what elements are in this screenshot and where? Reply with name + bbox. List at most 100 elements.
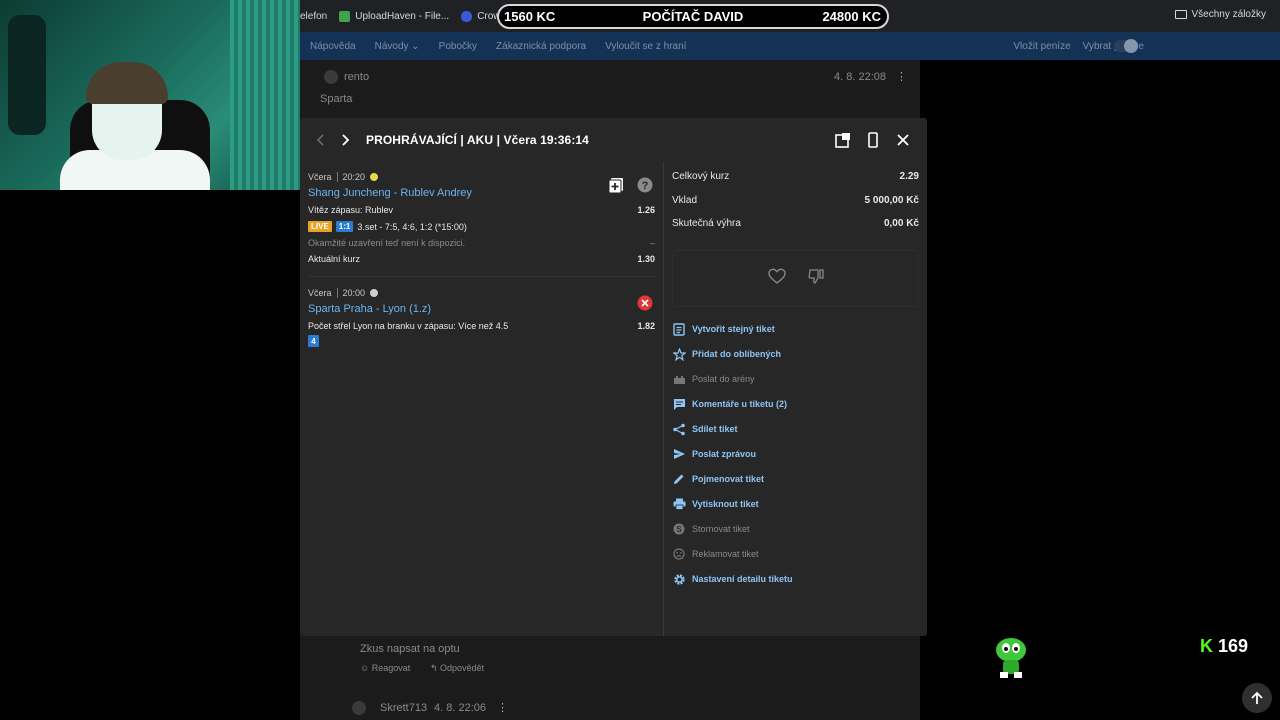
lost-x-icon (637, 295, 653, 311)
bet-meta: Včera 20:20 (308, 171, 655, 183)
bookmark-item[interactable]: UploadHaven - File... (339, 10, 449, 22)
action-label: Poslat zprávou (692, 449, 757, 459)
popout-button[interactable] (833, 130, 853, 150)
svg-text:S: S (676, 525, 682, 534)
action-label: Nastavení detailu tiketu (692, 574, 793, 584)
nav-right: Vložit peníze Vybrat peníze (1013, 32, 1280, 60)
dislike-button[interactable] (808, 268, 824, 289)
folder-icon (1174, 10, 1187, 19)
nav-link-self-exclusion[interactable]: Vyloučit se z hraní (605, 41, 686, 52)
react-link[interactable]: ☺ Reagovat (360, 663, 410, 673)
prev-ticket-button[interactable] (310, 129, 332, 151)
viewer-count: K 169 (1200, 636, 1248, 657)
cancel-coin-icon: S (672, 522, 686, 536)
bookmark-item[interactable]: elefon (300, 11, 327, 22)
nav-link-guides-label: Návody (374, 40, 409, 52)
current-odds-row: Aktuální kurz 1.30 (308, 254, 655, 264)
overlay-balance-left: 1560 KC (504, 9, 556, 24)
claim-ticket-button[interactable]: Reklamovat tiket (672, 542, 919, 567)
chevron-right-icon (342, 134, 350, 146)
ticket-detail-settings-button[interactable]: Nastavení detailu tiketu (672, 567, 919, 592)
deposit-link[interactable]: Vložit peníze (1013, 41, 1070, 52)
more-icon[interactable]: ⋮ (497, 701, 508, 714)
live-row: LIVE 1:1 3.set - 7:5, 4:6, 1:2 (*15:00) (308, 221, 655, 232)
divider (336, 172, 338, 182)
match-link[interactable]: Shang Juncheng - Rublev Andrey (308, 187, 655, 199)
microphone (8, 15, 46, 135)
send-icon (672, 447, 686, 461)
site-nav-bar: Nápověda Návody ⌄ Pobočky Zákaznická pod… (300, 32, 1280, 60)
action-label: Vytvořit stejný tiket (692, 324, 775, 334)
selection-badge: 4 (308, 335, 319, 347)
comment-text: Sparta (320, 93, 353, 105)
rename-ticket-button[interactable]: Pojmenovat tiket (672, 467, 919, 492)
comment-username[interactable]: Skrett713 (380, 702, 427, 714)
action-label: Vytisknout tiket (692, 499, 759, 509)
comment-text: Zkus napsat na optu (360, 643, 460, 655)
gear-icon (672, 572, 686, 586)
score-overlay: 1560 KC POČÍTAČ DAVID 24800 KC (497, 4, 889, 29)
comment-icon (672, 397, 686, 411)
print-ticket-button[interactable]: Vytisknout tiket (672, 492, 919, 517)
actual-win-label: Skutečná výhra (672, 218, 741, 229)
mascot-icon (994, 636, 1028, 678)
share-icon (672, 422, 686, 436)
chevron-down-icon: ⌄ (411, 40, 420, 52)
comment-time: 4. 8. 22:06 (434, 702, 486, 714)
modal-divider (663, 162, 664, 636)
bet-market: Vítěz zápasu: Rublev (308, 205, 394, 215)
nav-link-help[interactable]: Nápověda (310, 41, 356, 52)
webcam-feed (0, 0, 300, 190)
more-icon[interactable]: ⋮ (896, 70, 907, 83)
person-hair (86, 62, 168, 104)
print-icon (672, 497, 686, 511)
score-badge: 1:1 (335, 221, 354, 232)
actual-win-value: 0,00 Kč (883, 218, 919, 229)
scroll-to-top-button[interactable] (1242, 683, 1272, 713)
react-label: Reagovat (371, 663, 411, 673)
arena-icon (672, 372, 686, 386)
pencil-icon (672, 472, 686, 486)
nav-link-branches[interactable]: Pobočky (439, 41, 477, 52)
mobile-view-button[interactable] (863, 130, 883, 150)
next-ticket-button[interactable] (334, 129, 356, 151)
tennis-ball-icon (370, 173, 379, 181)
close-button[interactable] (893, 130, 913, 150)
bet-status-unknown: ? (637, 177, 653, 198)
match-link[interactable]: Sparta Praha - Lyon (1.z) (308, 303, 655, 315)
ticket-comments-button[interactable]: Komentáře u tiketu (2) (672, 392, 919, 417)
cashout-row: Okamžité uzavření teď není k dispozici. … (308, 238, 655, 248)
reply-link[interactable]: ↰ Odpovědět (430, 663, 484, 674)
bet-day: Včera (308, 288, 332, 298)
send-to-arena-button[interactable]: Poslat do arény (672, 367, 919, 392)
crownspin-icon (461, 10, 473, 22)
overlay-balance-right: 24800 KC (822, 9, 881, 24)
foam-wall (230, 0, 300, 190)
nav-link-support[interactable]: Zákaznická podpora (496, 41, 586, 52)
bet-market: Počet střel Lyon na branku v zápasu: Víc… (308, 321, 509, 331)
comment-username[interactable]: rento (344, 71, 369, 83)
bet-day: Včera (308, 172, 332, 182)
share-ticket-button[interactable]: Sdílet tiket (672, 417, 919, 442)
action-label: Přidat do oblíbených (692, 349, 782, 359)
send-message-button[interactable]: Poslat zprávou (672, 442, 919, 467)
current-odds-value: 1.30 (637, 254, 655, 264)
all-bookmarks-button[interactable]: Všechny záložky (1174, 9, 1266, 20)
bet-item: Včera 20:00 Sparta Praha - Lyon (1.z) Po… (308, 276, 655, 359)
total-odds-value: 2.29 (899, 171, 919, 182)
add-copy-icon (608, 178, 623, 194)
bet-market-row: Počet střel Lyon na branku v zápasu: Víc… (308, 321, 655, 331)
stake-value: 5 000,00 Kč (864, 194, 920, 206)
bet-time: 20:20 (342, 172, 366, 182)
ticket-actions: Vytvořit stejný tiket Přidat do oblíbený… (672, 317, 919, 592)
add-to-favorites-button[interactable]: Přidat do oblíbených (672, 342, 919, 367)
nav-link-guides[interactable]: Návody ⌄ (375, 41, 420, 52)
bookmark-label: elefon (300, 10, 328, 22)
create-same-ticket-button[interactable]: Vytvořit stejný tiket (672, 317, 919, 342)
cancel-ticket-button[interactable]: S Stornovat tiket (672, 517, 919, 542)
add-to-ticket-button[interactable] (608, 177, 624, 199)
like-button[interactable] (767, 268, 786, 289)
theme-toggle[interactable] (1114, 39, 1138, 53)
star-icon (672, 347, 686, 361)
ticket-detail-modal: PROHRÁVAJÍCÍ | AKU | Včera 19:36:14 Včer… (300, 118, 927, 636)
